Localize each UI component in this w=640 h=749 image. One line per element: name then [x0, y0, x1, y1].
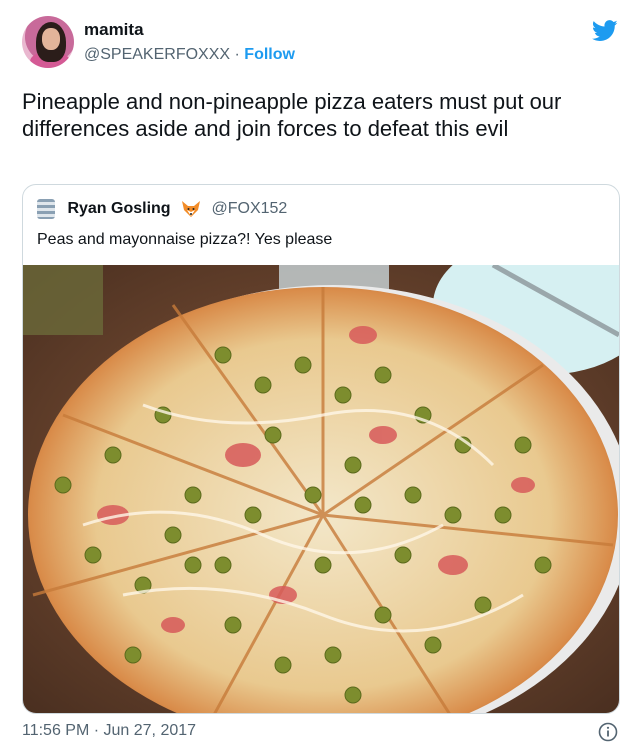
quoted-tweet-header: Ryan Gosling @FOX152	[37, 199, 287, 223]
quoted-author-avatar[interactable]	[37, 199, 55, 219]
quoted-author-display-name[interactable]: Ryan Gosling	[67, 200, 170, 217]
author-display-name[interactable]: mamita	[84, 20, 144, 40]
tweet-header: mamita @SPEAKERFOXXX · Follow	[22, 16, 622, 76]
tweet-timestamp[interactable]: 11:56 PM · Jun 27, 2017	[22, 722, 196, 740]
separator-dot: ·	[234, 46, 240, 63]
author-avatar[interactable]	[22, 16, 74, 68]
follow-button[interactable]: Follow	[244, 46, 295, 63]
author-handle-line: @SPEAKERFOXXX · Follow	[84, 46, 295, 64]
info-icon[interactable]	[598, 722, 618, 742]
fox-emoji-icon	[182, 201, 201, 217]
quoted-tweet-text: Peas and mayonnaise pizza?! Yes please	[37, 231, 333, 248]
quoted-author-handle[interactable]: @FOX152	[211, 200, 287, 217]
author-handle[interactable]: @SPEAKERFOXXX	[84, 46, 230, 63]
tweet-text: Pineapple and non-pineapple pizza eaters…	[22, 89, 562, 141]
twitter-bird-icon[interactable]	[592, 20, 618, 42]
pizza-photo[interactable]	[23, 265, 619, 713]
quoted-tweet-card[interactable]: Ryan Gosling @FOX152 Peas and mayonnaise…	[22, 184, 620, 714]
